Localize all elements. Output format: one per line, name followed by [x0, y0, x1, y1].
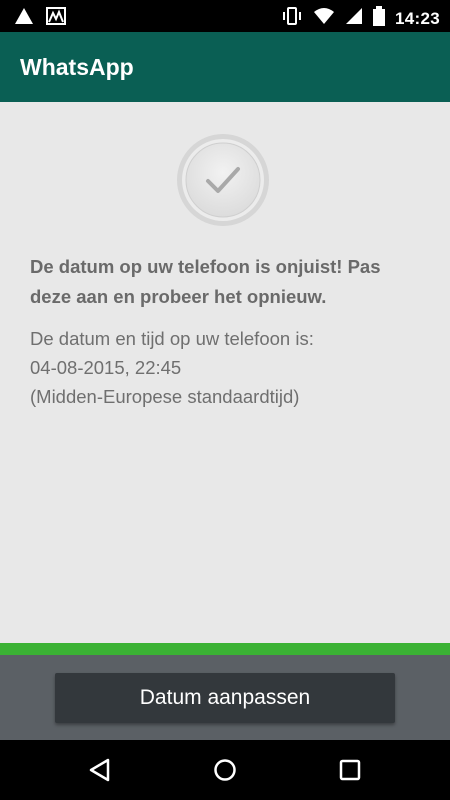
back-icon[interactable]: [85, 755, 115, 785]
recents-icon[interactable]: [335, 755, 365, 785]
error-content: De datum op uw telefoon is onjuist! Pas …: [0, 102, 450, 643]
check-circle-icon: [175, 132, 271, 228]
timezone-label: (Midden-Europese standaardtijd): [30, 386, 300, 407]
app-title: WhatsApp: [20, 54, 134, 80]
home-icon[interactable]: [210, 755, 240, 785]
date-details: De datum en tijd op uw telefoon is: 04-0…: [30, 324, 420, 411]
current-datetime: 04-08-2015, 22:45: [30, 357, 182, 378]
warning-icon: [14, 7, 34, 30]
vibrate-icon: [281, 7, 303, 30]
signal-icon: [345, 7, 363, 30]
photo-notification-icon: [46, 7, 66, 30]
status-time: 14:23: [395, 8, 440, 28]
adjust-date-button[interactable]: Datum aanpassen: [55, 673, 395, 723]
status-bar: 14:23: [0, 0, 450, 32]
error-message: De datum op uw telefoon is onjuist! Pas …: [30, 256, 381, 307]
wifi-icon: [313, 7, 335, 30]
accent-bar: [0, 643, 450, 655]
app-bar: WhatsApp: [0, 32, 450, 102]
detail-label: De datum en tijd op uw telefoon is:: [30, 328, 314, 349]
battery-icon: [373, 6, 386, 31]
action-area: Datum aanpassen: [0, 655, 450, 740]
navigation-bar: [0, 740, 450, 800]
